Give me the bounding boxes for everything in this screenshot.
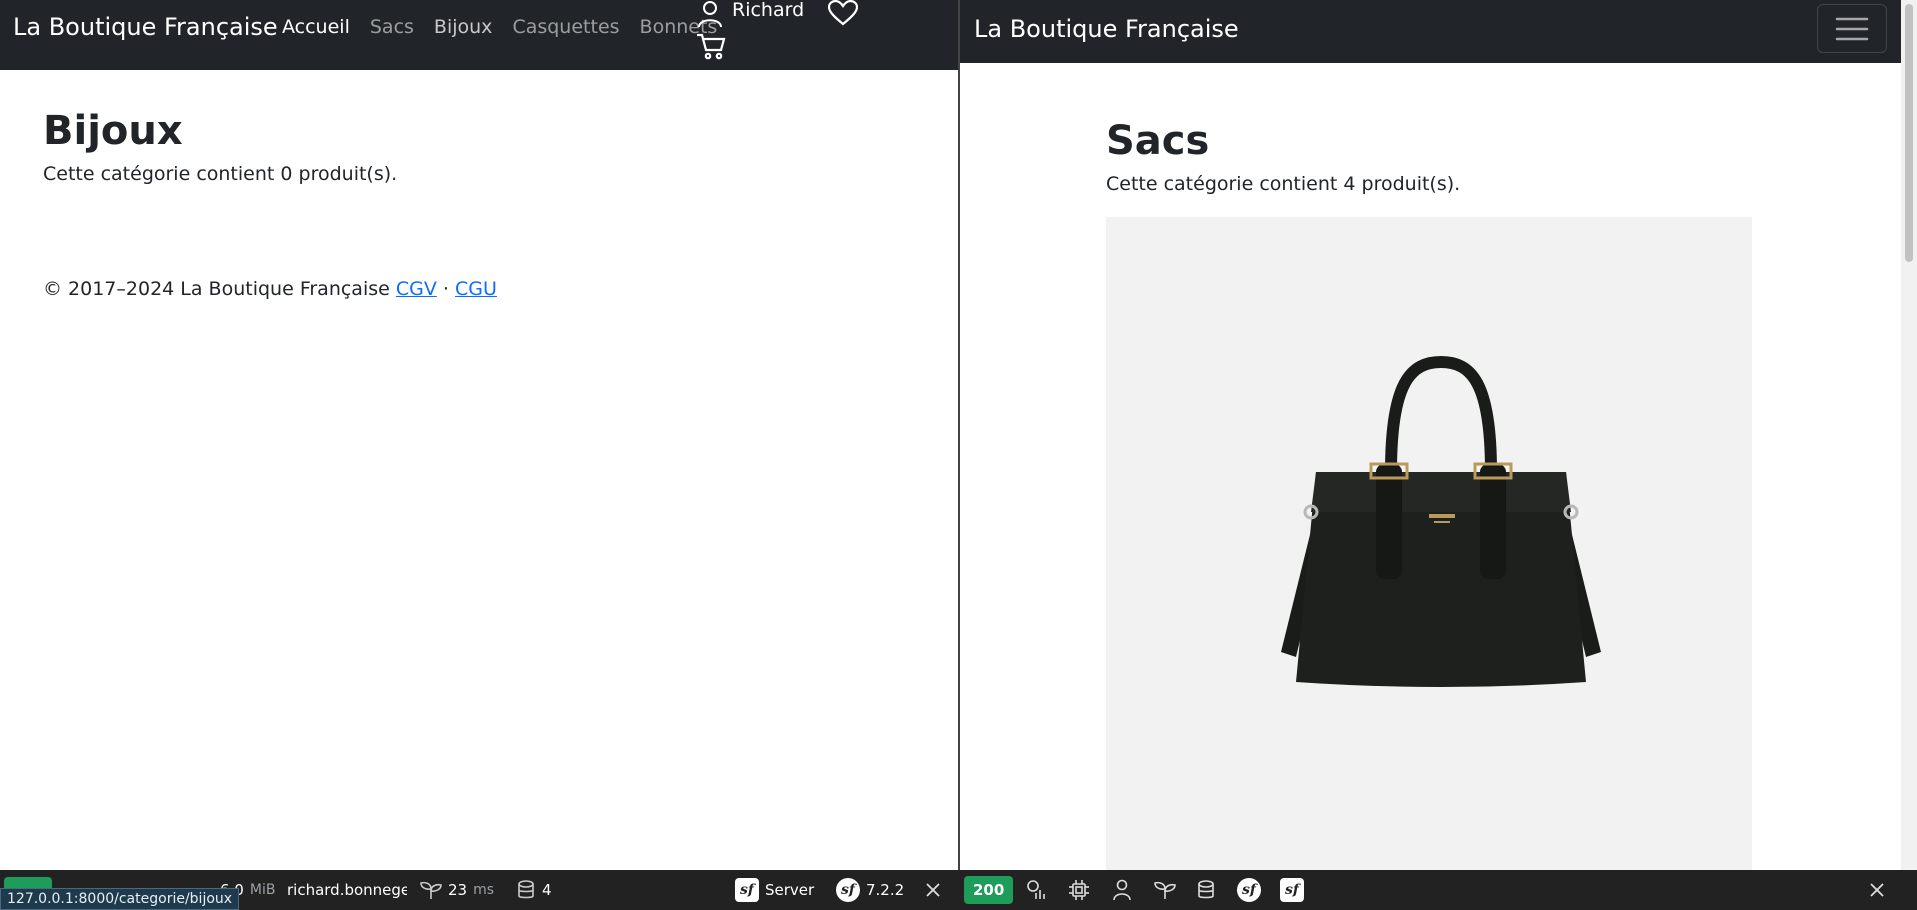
database-icon bbox=[1198, 880, 1214, 899]
toolbar-request-status[interactable]: 200 bbox=[964, 870, 1014, 910]
time-unit: ms bbox=[473, 882, 495, 898]
symfony-logo-icon: sf bbox=[836, 878, 860, 902]
user-name[interactable]: Richard bbox=[732, 0, 804, 21]
user-icon bbox=[698, 1, 722, 28]
right-window: La Boutique Française Sacs Cette catégor… bbox=[960, 0, 1917, 870]
cart-icon[interactable] bbox=[696, 32, 726, 60]
page-title: Bijoux bbox=[43, 108, 183, 154]
product-count: Cette catégorie contient 4 produit(s). bbox=[1106, 173, 1461, 195]
footer-separator: · bbox=[442, 278, 449, 300]
symfony-logo-icon: sf bbox=[735, 878, 759, 902]
database-icon bbox=[518, 880, 534, 899]
toolbar-server[interactable]: sf Server bbox=[735, 870, 814, 910]
db-query-count: 4 bbox=[542, 881, 552, 899]
toolbar-security[interactable] bbox=[1112, 870, 1132, 910]
cgu-link[interactable]: CGU bbox=[455, 278, 497, 300]
close-icon bbox=[926, 883, 940, 897]
vertical-scrollbar[interactable] bbox=[1901, 0, 1917, 870]
copyright-text: © 2017–2024 La Boutique Française bbox=[43, 278, 390, 300]
toolbar-symfony-version[interactable]: sf 7.2.2 bbox=[836, 870, 904, 910]
status-url-tooltip: 127.0.0.1:8000/categorie/bijoux bbox=[0, 888, 240, 910]
sprout-icon bbox=[420, 881, 442, 899]
nav-link-sacs[interactable]: Sacs bbox=[370, 16, 414, 38]
product-count: Cette catégorie contient 0 produit(s). bbox=[43, 163, 398, 185]
cgv-link[interactable]: CGV bbox=[396, 278, 437, 300]
toolbar-user[interactable]: richard.bonneger bbox=[287, 870, 407, 910]
server-label: Server bbox=[765, 881, 815, 899]
toolbar-cpu[interactable] bbox=[1068, 870, 1090, 910]
brand-link[interactable]: La Boutique Française bbox=[13, 13, 278, 41]
symfony-version: 7.2.2 bbox=[866, 881, 905, 899]
heart-icon[interactable] bbox=[828, 0, 858, 26]
user-menu[interactable]: Richard bbox=[696, 0, 816, 60]
toolbar-close-left[interactable] bbox=[926, 870, 940, 910]
page-title: Sacs bbox=[1106, 118, 1210, 164]
memory-unit: MiB bbox=[249, 882, 276, 898]
toolbar-symfony-square[interactable]: sf bbox=[1280, 870, 1304, 910]
toolbar-database[interactable]: 4 bbox=[516, 870, 552, 910]
cpu-icon bbox=[1069, 880, 1089, 900]
nav-link-casquettes[interactable]: Casquettes bbox=[512, 16, 619, 38]
handbag-image bbox=[1281, 355, 1601, 687]
symfony-logo-icon: sf bbox=[1237, 878, 1261, 902]
navbar-toggler-button[interactable] bbox=[1817, 4, 1887, 53]
product-image[interactable] bbox=[1106, 217, 1752, 870]
brand-link[interactable]: La Boutique Française bbox=[974, 15, 1239, 43]
nav-link-bijoux[interactable]: Bijoux bbox=[434, 16, 493, 38]
user-icon bbox=[1113, 879, 1131, 901]
nav-links: Accueil Sacs Bijoux Casquettes Bonnets bbox=[282, 16, 717, 38]
user-login: richard.bonneger bbox=[287, 881, 407, 899]
close-icon bbox=[1870, 883, 1884, 897]
nav-link-accueil[interactable]: Accueil bbox=[282, 16, 350, 38]
navbar: La Boutique Française Accueil Sacs Bijou… bbox=[0, 0, 958, 70]
symfony-debug-toolbar: 6.0 MiB richard.bonneger 23 ms 4 sf Serv… bbox=[0, 870, 1917, 910]
toolbar-db[interactable] bbox=[1196, 870, 1216, 910]
main-content: Sacs Cette catégorie contient 4 produit(… bbox=[1106, 115, 1752, 870]
toolbar-performance[interactable] bbox=[1026, 870, 1048, 910]
footer: © 2017–2024 La Boutique Française CGV · … bbox=[43, 278, 497, 300]
navbar: La Boutique Française bbox=[960, 0, 1917, 63]
sprout-icon bbox=[1154, 881, 1176, 899]
status-code-badge: 200 bbox=[964, 876, 1014, 904]
toolbar-twig[interactable] bbox=[1154, 870, 1176, 910]
scrollbar-thumb[interactable] bbox=[1905, 4, 1913, 262]
toolbar-close-right[interactable] bbox=[1870, 870, 1884, 910]
toolbar-symfony-round[interactable]: sf bbox=[1237, 870, 1261, 910]
symfony-logo-icon: sf bbox=[1280, 878, 1304, 902]
left-window: La Boutique Française Accueil Sacs Bijou… bbox=[0, 0, 958, 870]
hamburger-icon bbox=[1835, 17, 1869, 40]
main-content: Bijoux Cette catégorie contient 0 produi… bbox=[43, 105, 923, 185]
toolbar-time[interactable]: 23 ms bbox=[420, 870, 494, 910]
time-value: 23 bbox=[448, 881, 468, 899]
performance-icon bbox=[1027, 880, 1045, 899]
